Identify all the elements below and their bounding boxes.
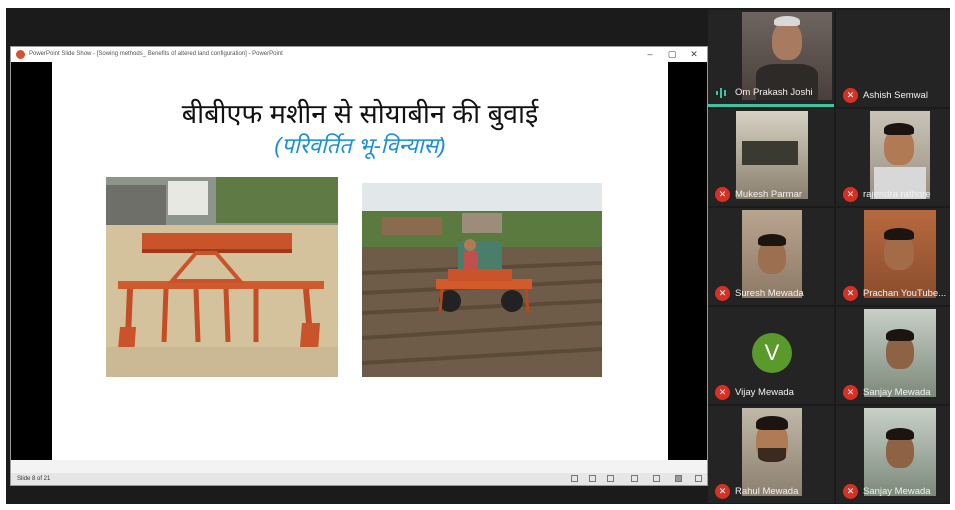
- close-button[interactable]: ✕: [683, 47, 705, 62]
- participant-name: Prachan YouTube...: [863, 288, 947, 299]
- participant-name: rajendra rathore: [863, 189, 931, 200]
- participant-name: Vijay Mewada: [735, 387, 794, 398]
- participant-video: [742, 210, 802, 298]
- participant-name: Rahul Mewada: [735, 486, 799, 497]
- slide: बीबीएफ मशीन से सोयाबीन की बुवाई (परिवर्त…: [52, 62, 668, 460]
- tractor-illustration: [362, 183, 602, 377]
- participant-tile[interactable]: ✕ Sanjay Mewada: [836, 307, 950, 404]
- mic-muted-icon: ✕: [843, 187, 858, 202]
- mic-muted-icon: ✕: [843, 385, 858, 400]
- meeting-stage: PowerPoint Slide Show - [Sowing methods_…: [6, 8, 950, 504]
- participant-tile[interactable]: ✕ rajendra rathore: [836, 109, 950, 206]
- slide-sorter-icon[interactable]: [631, 475, 638, 482]
- participant-video: [864, 309, 936, 397]
- bbf-machine-illustration: [106, 177, 338, 377]
- participant-name: Mukesh Parmar: [735, 189, 803, 200]
- ppt-title-bar: PowerPoint Slide Show - [Sowing methods_…: [11, 47, 707, 62]
- slideshow-icon[interactable]: [675, 475, 682, 482]
- bbf-machine-photo: [106, 177, 338, 377]
- zoom-icon[interactable]: [695, 475, 702, 482]
- participant-name: Suresh Mewada: [735, 288, 804, 299]
- participant-video: [864, 210, 936, 298]
- participant-tile[interactable]: ✕ Rahul Mewada: [708, 406, 834, 503]
- slide-title: बीबीएफ मशीन से सोयाबीन की बुवाई: [181, 99, 539, 129]
- minimize-button[interactable]: –: [639, 47, 661, 62]
- slide-subtitle: (परिवर्तित भू-विन्यास): [274, 133, 446, 158]
- participant-name: Ashish Semwal: [863, 90, 928, 101]
- participant-video: [736, 111, 808, 199]
- ppt-status-bar: Slide 8 of 21: [11, 473, 707, 485]
- normal-view-icon[interactable]: [607, 475, 614, 482]
- participant-tile[interactable]: ✕ Ashish Semwal: [836, 10, 950, 107]
- mic-muted-icon: ✕: [715, 187, 730, 202]
- mic-muted-icon: ✕: [843, 484, 858, 499]
- notes-icon[interactable]: [571, 475, 578, 482]
- participant-tile[interactable]: ✕ Suresh Mewada: [708, 208, 834, 305]
- participant-tile[interactable]: V ✕ Vijay Mewada: [708, 307, 834, 404]
- comments-icon[interactable]: [589, 475, 596, 482]
- audio-level-icon: [716, 88, 726, 98]
- restore-button[interactable]: ▢: [661, 47, 683, 62]
- tractor-field-photo: [362, 183, 602, 377]
- reading-view-icon[interactable]: [653, 475, 660, 482]
- participant-name: Sanjay Mewada: [863, 486, 931, 497]
- participant-tile[interactable]: ✕ Mukesh Parmar: [708, 109, 834, 206]
- mic-muted-icon: ✕: [843, 286, 858, 301]
- powerpoint-logo-icon: [16, 50, 25, 59]
- participant-video: [864, 408, 936, 496]
- participant-name: Om Prakash Joshi: [735, 87, 813, 98]
- mic-muted-icon: ✕: [715, 286, 730, 301]
- avatar: V: [752, 333, 792, 373]
- slide-show-area: बीबीएफ मशीन से सोयाबीन की बुवाई (परिवर्त…: [11, 62, 707, 460]
- participant-tile[interactable]: ✕ Sanjay Mewada: [836, 406, 950, 503]
- shared-screen-powerpoint: PowerPoint Slide Show - [Sowing methods_…: [10, 46, 708, 486]
- slide-counter: Slide 8 of 21: [17, 476, 51, 482]
- mic-muted-icon: ✕: [715, 484, 730, 499]
- participant-tile[interactable]: Om Prakash Joshi: [708, 10, 834, 107]
- participant-tile[interactable]: ✕ Prachan YouTube...: [836, 208, 950, 305]
- participant-video: [742, 408, 802, 496]
- mic-muted-icon: ✕: [715, 385, 730, 400]
- participant-name: Sanjay Mewada: [863, 387, 931, 398]
- ppt-window-title: PowerPoint Slide Show - [Sowing methods_…: [29, 51, 283, 57]
- mic-muted-icon: ✕: [843, 88, 858, 103]
- participant-video: [870, 111, 930, 199]
